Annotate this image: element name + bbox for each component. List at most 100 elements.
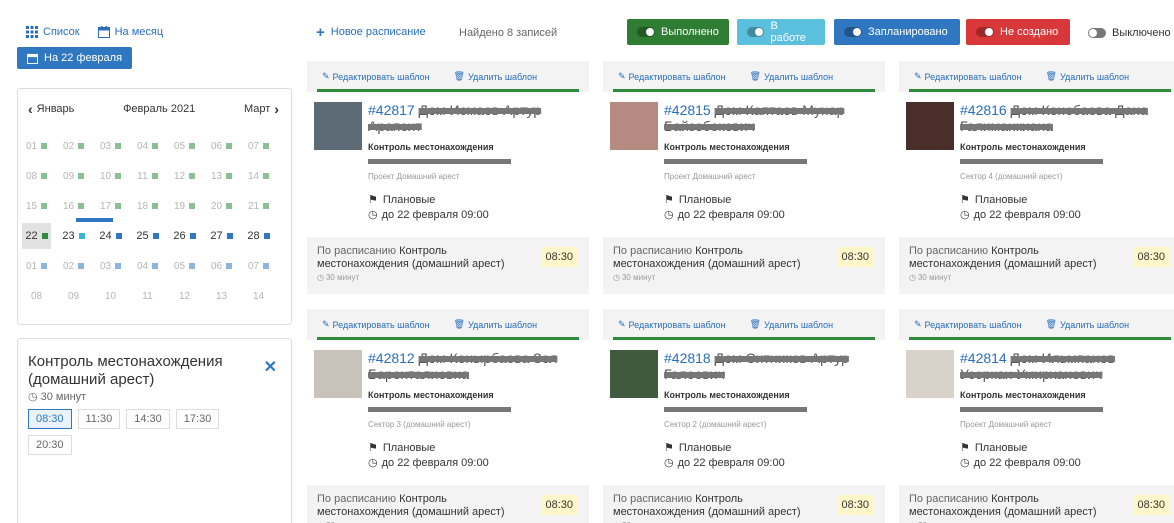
- calendar-day[interactable]: 20: [207, 193, 236, 219]
- calendar-day[interactable]: 25: [133, 223, 162, 249]
- calendar-day[interactable]: 05: [170, 253, 199, 279]
- calendar-day[interactable]: 07: [244, 133, 273, 159]
- calendar-day[interactable]: 15: [22, 193, 51, 219]
- card-title[interactable]: #42812 Дом Конырбаева Зол Баронталиевна: [368, 350, 578, 382]
- calendar-day[interactable]: 06: [207, 253, 236, 279]
- edit-template-link[interactable]: ✎ Редактировать шаблон: [914, 319, 1022, 330]
- status-dot: [152, 203, 159, 209]
- calendar-day[interactable]: 10: [96, 283, 125, 309]
- card-title[interactable]: #42814 Дом Ильмпанов Усеркан Умирханович: [960, 350, 1170, 382]
- calendar-day[interactable]: 22: [22, 223, 51, 249]
- calendar-day[interactable]: 05: [170, 133, 199, 159]
- delete-template-link[interactable]: 🗑 Удалить шаблон: [750, 71, 834, 82]
- delete-template-link[interactable]: 🗑 Удалить шаблон: [750, 319, 834, 330]
- calendar-day[interactable]: 02: [59, 253, 88, 279]
- calendar-day-number: 10: [104, 290, 117, 302]
- clock-icon: ◷: [368, 209, 378, 221]
- foot-suffix: (домашний арест): [411, 506, 505, 518]
- time-chip[interactable]: 11:30: [77, 409, 121, 429]
- calendar-day-number: 14: [252, 290, 265, 302]
- delete-template-link[interactable]: 🗑 Удалить шаблон: [454, 71, 538, 82]
- calendar-day[interactable]: 24: [96, 223, 125, 249]
- calendar-day[interactable]: 19: [170, 193, 199, 219]
- next-month-link[interactable]: Март ›: [244, 101, 279, 117]
- calendar-day[interactable]: 09: [59, 283, 88, 309]
- calendar-day[interactable]: 16: [59, 193, 88, 219]
- calendar-day[interactable]: 09: [59, 163, 88, 189]
- foot-suffix: (домашний арест): [411, 258, 505, 270]
- delete-template-label: Удалить шаблон: [467, 71, 538, 82]
- calendar-day[interactable]: 08: [22, 283, 51, 309]
- calendar-day[interactable]: 04: [133, 133, 162, 159]
- card-title[interactable]: #42818 Дом Ситников Артур Галеевич: [664, 350, 874, 382]
- card-duration: ◷30 минут: [317, 273, 359, 282]
- time-chip[interactable]: 17:30: [175, 409, 220, 429]
- calendar-day[interactable]: 27: [207, 223, 236, 249]
- calendar-day[interactable]: 23: [59, 223, 88, 249]
- legend-off-toggle[interactable]: Выключено: [1088, 27, 1171, 39]
- calendar-day[interactable]: 10: [96, 163, 125, 189]
- month-view-link[interactable]: На месяц: [97, 26, 163, 38]
- edit-template-link[interactable]: ✎ Редактировать шаблон: [322, 319, 430, 330]
- calendar-day[interactable]: 08: [22, 163, 51, 189]
- calendar-day[interactable]: 14: [244, 283, 273, 309]
- edit-template-link[interactable]: ✎ Редактировать шаблон: [914, 71, 1022, 82]
- edit-template-link[interactable]: ✎ Редактировать шаблон: [618, 71, 726, 82]
- calendar-day[interactable]: 03: [96, 133, 125, 159]
- status-dot: [263, 233, 270, 239]
- list-view-link[interactable]: Список: [26, 26, 80, 38]
- calendar-day[interactable]: 03: [96, 253, 125, 279]
- calendar-day[interactable]: 14: [244, 163, 273, 189]
- calendar-day[interactable]: 02: [59, 133, 88, 159]
- legend-toggle[interactable]: Выполнено: [627, 19, 729, 45]
- card-due: ◷ до 22 февраля 09:00: [368, 456, 489, 470]
- calendar-day-number: 08: [25, 170, 38, 182]
- calendar-day[interactable]: 07: [244, 253, 273, 279]
- calendar-day[interactable]: 06: [207, 133, 236, 159]
- delete-template-link[interactable]: 🗑 Удалить шаблон: [454, 319, 538, 330]
- calendar-day[interactable]: 21: [244, 193, 273, 219]
- calendar-day-number: 07: [247, 260, 260, 272]
- status-dot: [115, 173, 122, 179]
- card-duration-label: 30 минут: [917, 273, 952, 282]
- toggle-switch-icon: [747, 27, 765, 37]
- foot-prefix: По расписанию: [613, 245, 693, 257]
- calendar-day[interactable]: 17: [96, 193, 125, 219]
- delete-template-link[interactable]: 🗑 Удалить шаблон: [1046, 319, 1130, 330]
- calendar-day[interactable]: 01: [22, 133, 51, 159]
- legend-toggle[interactable]: Запланировано: [834, 19, 960, 45]
- date-button[interactable]: На 22 февраля: [17, 47, 133, 69]
- status-dot: [78, 173, 85, 179]
- calendar-day[interactable]: 04: [133, 253, 162, 279]
- legend-toggle[interactable]: В работе: [737, 19, 825, 45]
- card-title[interactable]: #42816 Дом Конебаева Дана Галиманкиана: [960, 102, 1170, 134]
- time-chip[interactable]: 14:30: [126, 409, 170, 429]
- card-title[interactable]: #42815 Дом Каптаев Мунар Байзебекович: [664, 102, 874, 134]
- legend-toggle[interactable]: Не создано: [966, 19, 1070, 45]
- calendar-day[interactable]: 11: [133, 283, 162, 309]
- close-icon[interactable]: ✕: [264, 357, 277, 377]
- calendar-day[interactable]: 11: [133, 163, 162, 189]
- edit-template-link[interactable]: ✎ Редактировать шаблон: [618, 319, 726, 330]
- calendar-day[interactable]: 12: [170, 163, 199, 189]
- calendar-day[interactable]: 12: [170, 283, 199, 309]
- calendar-day[interactable]: 28: [244, 223, 273, 249]
- prev-month-link[interactable]: ‹ Январь: [28, 101, 74, 117]
- status-dot: [189, 233, 196, 239]
- calendar-day-number: 20: [210, 200, 223, 212]
- edit-template-link[interactable]: ✎ Редактировать шаблон: [322, 71, 430, 82]
- calendar-day[interactable]: 26: [170, 223, 199, 249]
- card-time-badge: 08:30: [1133, 247, 1169, 267]
- calendar-day[interactable]: 01: [22, 253, 51, 279]
- calendar-day[interactable]: 13: [207, 163, 236, 189]
- new-schedule-link[interactable]: + Новое расписание: [316, 25, 426, 40]
- calendar-day[interactable]: 13: [207, 283, 236, 309]
- calendar-day[interactable]: 18: [133, 193, 162, 219]
- card-title[interactable]: #42817 Дом Исмаев Артур Арапсит: [368, 102, 578, 134]
- time-chip[interactable]: 08:30: [28, 409, 72, 429]
- card-project: Проект Домашний арест: [664, 172, 756, 181]
- time-chip[interactable]: 20:30: [28, 435, 72, 455]
- status-dot: [189, 173, 196, 179]
- schedule-card: ✎ Редактировать шаблон 🗑 Удалить шаблон #4…: [899, 309, 1174, 523]
- delete-template-link[interactable]: 🗑 Удалить шаблон: [1046, 71, 1130, 82]
